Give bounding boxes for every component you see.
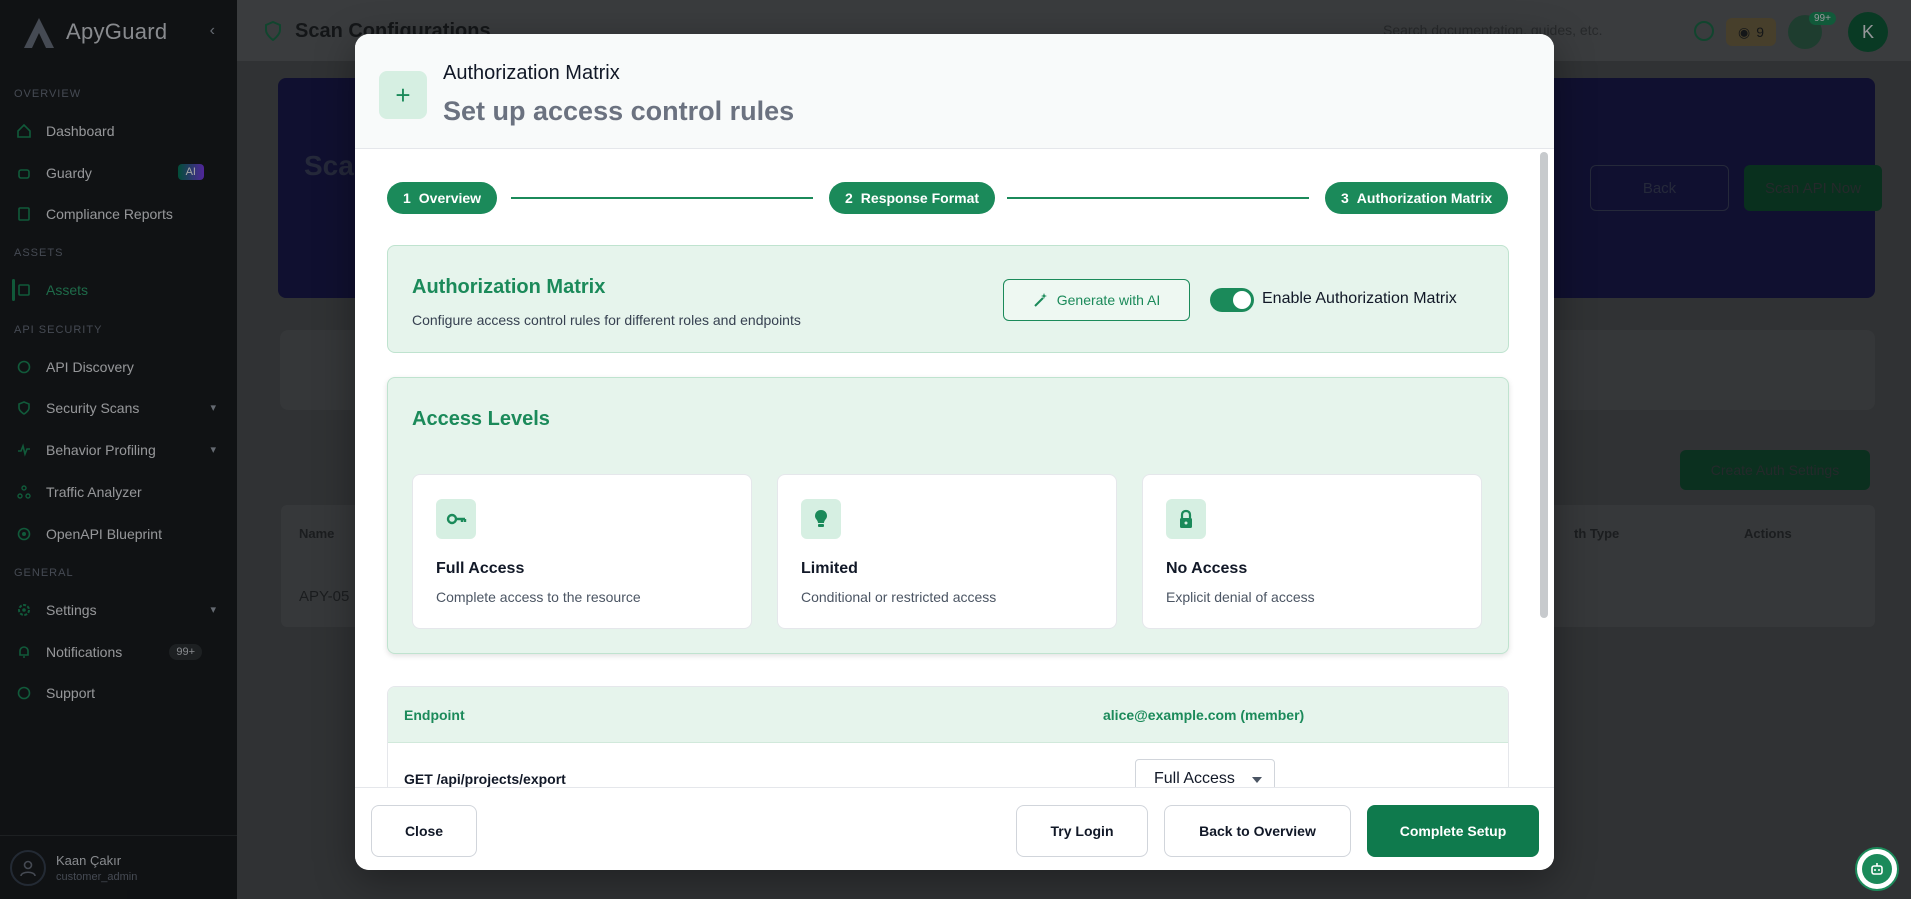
generate-label: Generate with AI [1056, 292, 1161, 308]
lightbulb-icon [801, 499, 841, 539]
step-number: 2 [845, 190, 853, 206]
column-user: alice@example.com (member) [1103, 707, 1305, 723]
authorization-matrix-card: Authorization Matrix Configure access co… [387, 245, 1509, 353]
access-level-select[interactable]: Full Access [1135, 759, 1275, 787]
close-button[interactable]: Close [371, 805, 477, 857]
magic-wand-icon [1034, 293, 1047, 307]
access-level-description: Complete access to the resource [436, 589, 641, 605]
modal-header: + Authorization Matrix Set up access con… [355, 34, 1554, 149]
robot-icon [1862, 854, 1892, 884]
key-icon [436, 499, 476, 539]
endpoint-label: GET /api/projects/export [404, 771, 566, 787]
toggle-label: Enable Authorization Matrix [1262, 290, 1457, 307]
access-level-name: No Access [1166, 560, 1248, 577]
card-description: Configure access control rules for diffe… [412, 312, 801, 328]
step-connector [511, 197, 813, 199]
try-login-button[interactable]: Try Login [1016, 805, 1148, 857]
modal-subtitle: Set up access control rules [443, 96, 795, 126]
access-level-name: Limited [801, 560, 858, 577]
step-authorization-matrix[interactable]: 3 Authorization Matrix [1325, 182, 1509, 214]
access-level-limited: Limited Conditional or restricted access [777, 474, 1117, 629]
access-level-full: Full Access Complete access to the resou… [412, 474, 752, 629]
lock-icon [1166, 499, 1206, 539]
generate-with-ai-button[interactable]: Generate with AI [1003, 279, 1190, 321]
modal-footer: Close Try Login Back to Overview Complet… [355, 787, 1554, 870]
step-connector [1007, 197, 1309, 199]
card-title: Authorization Matrix [412, 276, 606, 298]
chat-assistant-button[interactable] [1855, 847, 1899, 891]
column-endpoint: Endpoint [404, 707, 465, 723]
step-number: 1 [403, 190, 411, 206]
access-levels-card: Access Levels Full Access Complete acces… [387, 377, 1509, 654]
access-level-description: Conditional or restricted access [801, 589, 997, 605]
enable-authorization-toggle[interactable] [1210, 288, 1254, 312]
complete-setup-button[interactable]: Complete Setup [1367, 805, 1539, 857]
step-label: Overview [418, 190, 482, 206]
step-number: 3 [1341, 190, 1349, 206]
modal-title: Authorization Matrix [443, 62, 620, 84]
step-label: Response Format [860, 190, 980, 206]
access-level-name: Full Access [436, 560, 525, 577]
access-level-description: Explicit denial of access [1166, 589, 1315, 605]
table-header: Endpoint alice@example.com (member) [388, 687, 1508, 743]
back-to-overview-button[interactable]: Back to Overview [1164, 805, 1351, 857]
step-response-format[interactable]: 2 Response Format [829, 182, 996, 214]
step-label: Authorization Matrix [1356, 190, 1493, 206]
access-level-none: No Access Explicit denial of access [1142, 474, 1482, 629]
access-levels-title: Access Levels [412, 408, 550, 430]
plus-icon: + [379, 71, 427, 119]
modal-scrollbar[interactable] [1540, 152, 1548, 618]
endpoint-matrix-table: Endpoint alice@example.com (member) GET … [387, 686, 1509, 787]
step-overview[interactable]: 1 Overview [387, 182, 498, 214]
